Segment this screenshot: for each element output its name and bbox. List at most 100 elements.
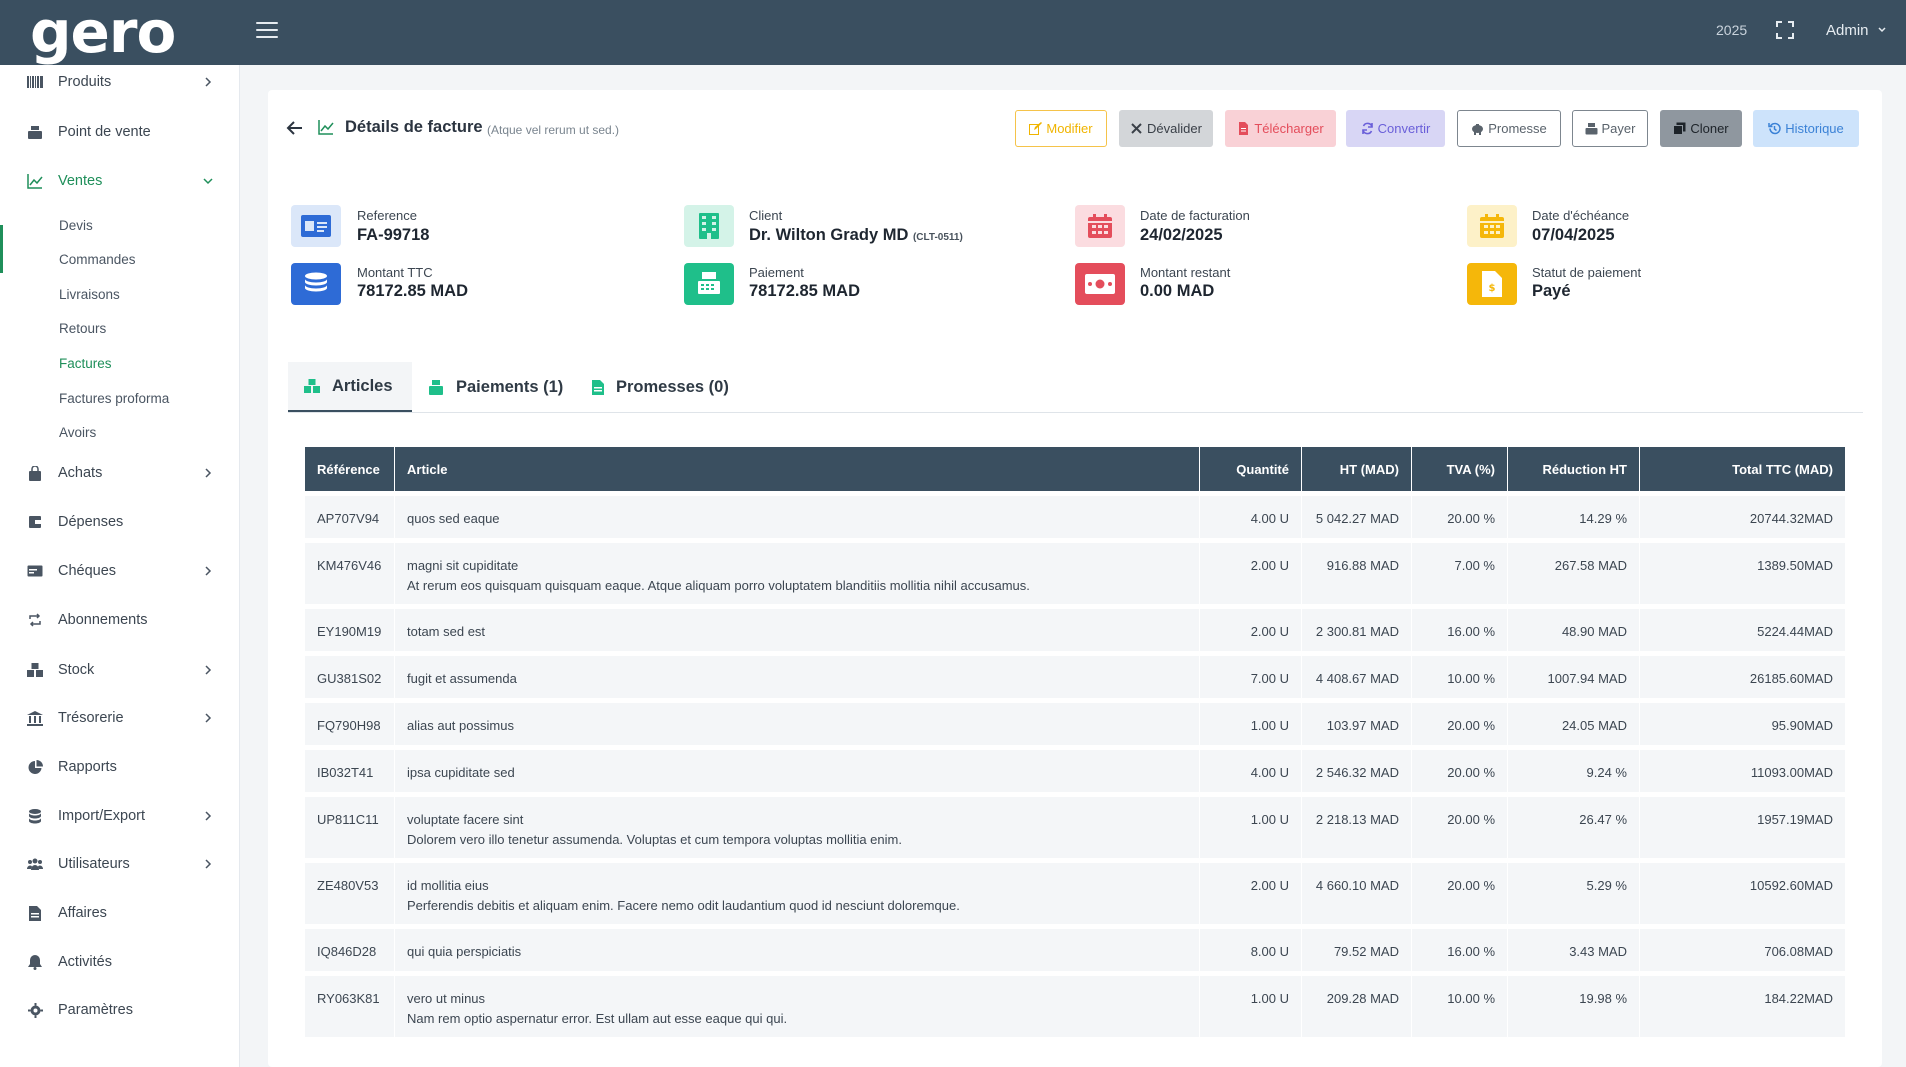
cell-article: ipsa cupiditate sed xyxy=(395,750,1200,792)
sidebar-item-rapports[interactable]: Rapports xyxy=(0,752,240,782)
sidebar-subitem-avoirs[interactable]: Avoirs xyxy=(59,425,96,440)
file-icon xyxy=(26,904,44,922)
devalider-button[interactable]: Dévalider xyxy=(1119,110,1213,147)
sidebar-item-activites[interactable]: Activités xyxy=(0,947,240,977)
cell-red: 48.90 MAD xyxy=(1508,609,1640,651)
payer-button[interactable]: Payer xyxy=(1572,110,1648,147)
sidebar-subitem-factures-proforma[interactable]: Factures proforma xyxy=(59,391,169,406)
montant-restant-value: 0.00 MAD xyxy=(1140,282,1215,300)
sidebar-item-label: Produits xyxy=(58,74,112,90)
sidebar-item-utilisateurs[interactable]: Utilisateurs xyxy=(0,849,240,879)
article-description: At rerum eos quisquam quisquam eaque. At… xyxy=(407,578,1030,593)
fullscreen-icon[interactable] xyxy=(1776,21,1794,39)
cell-qty: 8.00 U xyxy=(1200,929,1302,971)
sidebar-item-abonnements[interactable]: Abonnements xyxy=(0,605,240,635)
table-row: AP707V94 quos sed eaque 4.00 U5 042.27 MAD… xyxy=(305,496,1845,538)
cell-ref: FQ790H98 xyxy=(305,703,395,745)
tab-articles[interactable]: Articles xyxy=(288,362,412,412)
sidebar-item-label: Import/Export xyxy=(58,808,146,824)
button-label: Télécharger xyxy=(1254,121,1324,136)
col-ht[interactable]: HT (MAD) xyxy=(1302,447,1412,491)
button-label: Promesse xyxy=(1488,121,1547,136)
historique-button[interactable]: Historique xyxy=(1753,110,1859,147)
cell-qty: 1.00 U xyxy=(1200,703,1302,745)
paiement-label: Paiement xyxy=(749,265,804,280)
sidebar-subitem-devis[interactable]: Devis xyxy=(59,218,93,233)
cell-ht: 916.88 MAD xyxy=(1302,543,1412,604)
sidebar-item-depenses[interactable]: Dépenses xyxy=(0,507,240,537)
sidebar-item-achats[interactable]: Achats xyxy=(0,458,240,488)
cell-qty: 1.00 U xyxy=(1200,976,1302,1037)
cell-red: 9.24 % xyxy=(1508,750,1640,792)
barcode-icon xyxy=(26,73,44,91)
sidebar-item-label: Abonnements xyxy=(58,612,148,628)
cell-article: id mollitia eius Perferendis debitis et a… xyxy=(395,863,1200,924)
client-value[interactable]: Dr. Wilton Grady MD (CLT-0511) xyxy=(749,226,963,245)
sidebar-subitem-retours[interactable]: Retours xyxy=(59,321,106,336)
calendar-icon xyxy=(1467,205,1517,247)
tab-promesses[interactable]: Promesses (0) xyxy=(592,362,752,412)
sidebar-item-import-export[interactable]: Import/Export xyxy=(0,801,240,831)
col-reference[interactable]: Référence xyxy=(305,447,395,491)
promesse-button[interactable]: Promesse xyxy=(1457,110,1561,147)
sidebar-item-ventes[interactable]: Ventes xyxy=(0,166,240,196)
users-icon xyxy=(26,855,44,873)
paiement-value: 78172.85 MAD xyxy=(749,282,860,300)
col-total[interactable]: Total TTC (MAD) xyxy=(1640,447,1845,491)
tab-paiements[interactable]: Paiements (1) xyxy=(428,362,578,412)
table-row: KM476V46 magni sit cupiditate At rerum eos… xyxy=(305,543,1845,604)
sidebar-item-point-de-vente[interactable]: Point de vente xyxy=(0,117,240,147)
sidebar-subitem-factures[interactable]: Factures xyxy=(59,356,112,371)
boxes-icon xyxy=(304,379,320,393)
bank-icon xyxy=(26,709,44,727)
sidebar-item-produits[interactable]: Produits xyxy=(0,67,240,97)
telecharger-button[interactable]: Télécharger xyxy=(1225,110,1336,147)
sidebar-item-stock[interactable]: Stock xyxy=(0,655,240,685)
fiscal-year[interactable]: 2025 xyxy=(1716,22,1747,38)
sidebar-item-affaires[interactable]: Affaires xyxy=(0,898,240,928)
col-quantite[interactable]: Quantité xyxy=(1200,447,1302,491)
cell-ht: 79.52 MAD xyxy=(1302,929,1412,971)
boxes-icon xyxy=(26,661,44,679)
client-name: Dr. Wilton Grady MD xyxy=(749,226,909,244)
col-tva[interactable]: TVA (%) xyxy=(1412,447,1508,491)
shopping-bag-icon xyxy=(26,464,44,482)
sidebar-item-tresorerie[interactable]: Trésorerie xyxy=(0,703,240,733)
cell-qty: 7.00 U xyxy=(1200,656,1302,698)
col-article[interactable]: Article xyxy=(395,447,1200,491)
montant-restant-label: Montant restant xyxy=(1140,265,1231,280)
file-icon xyxy=(592,379,604,395)
client-code: (CLT-0511) xyxy=(912,232,963,243)
cell-ht: 4 660.10 MAD xyxy=(1302,863,1412,924)
sidebar-subitem-commandes[interactable]: Commandes xyxy=(59,252,136,267)
chevron-right-icon xyxy=(205,566,212,576)
refresh-icon xyxy=(1361,122,1373,135)
convertir-button[interactable]: Convertir xyxy=(1346,110,1445,147)
repeat-icon xyxy=(26,611,44,629)
date-echeance-value: 07/04/2025 xyxy=(1532,226,1615,244)
back-arrow-icon[interactable] xyxy=(286,119,304,137)
table-row: ZE480V53 id mollitia eius Perferendis debi… xyxy=(305,863,1845,924)
cell-tva: 20.00 % xyxy=(1412,797,1508,858)
cell-red: 26.47 % xyxy=(1508,797,1640,858)
cell-tva: 20.00 % xyxy=(1412,496,1508,538)
sidebar-item-parametres[interactable]: Paramètres xyxy=(0,995,240,1025)
article-name: alias aut possimus xyxy=(407,718,514,733)
cell-red: 1007.94 MAD xyxy=(1508,656,1640,698)
tabs-divider xyxy=(288,412,1863,413)
sidebar-item-label: Chéques xyxy=(58,563,117,579)
app-logo[interactable]: Gero xyxy=(30,3,176,61)
col-reduction[interactable]: Réduction HT xyxy=(1508,447,1640,491)
cloner-button[interactable]: Cloner xyxy=(1660,110,1742,147)
user-menu[interactable]: Admin xyxy=(1826,22,1887,39)
sidebar-item-label: Point de vente xyxy=(58,124,151,140)
banknote-icon xyxy=(1075,263,1125,305)
article-name: id mollitia eius xyxy=(407,878,489,893)
cell-article: voluptate facere sint Dolorem vero illo t… xyxy=(395,797,1200,858)
modifier-button[interactable]: Modifier xyxy=(1015,110,1107,147)
sidebar-subitem-livraisons[interactable]: Livraisons xyxy=(59,287,120,302)
button-label: Modifier xyxy=(1046,121,1093,136)
menu-toggle-icon[interactable] xyxy=(256,22,278,40)
sidebar-item-cheques[interactable]: Chéques xyxy=(0,556,240,586)
cell-article: qui quia perspiciatis xyxy=(395,929,1200,971)
